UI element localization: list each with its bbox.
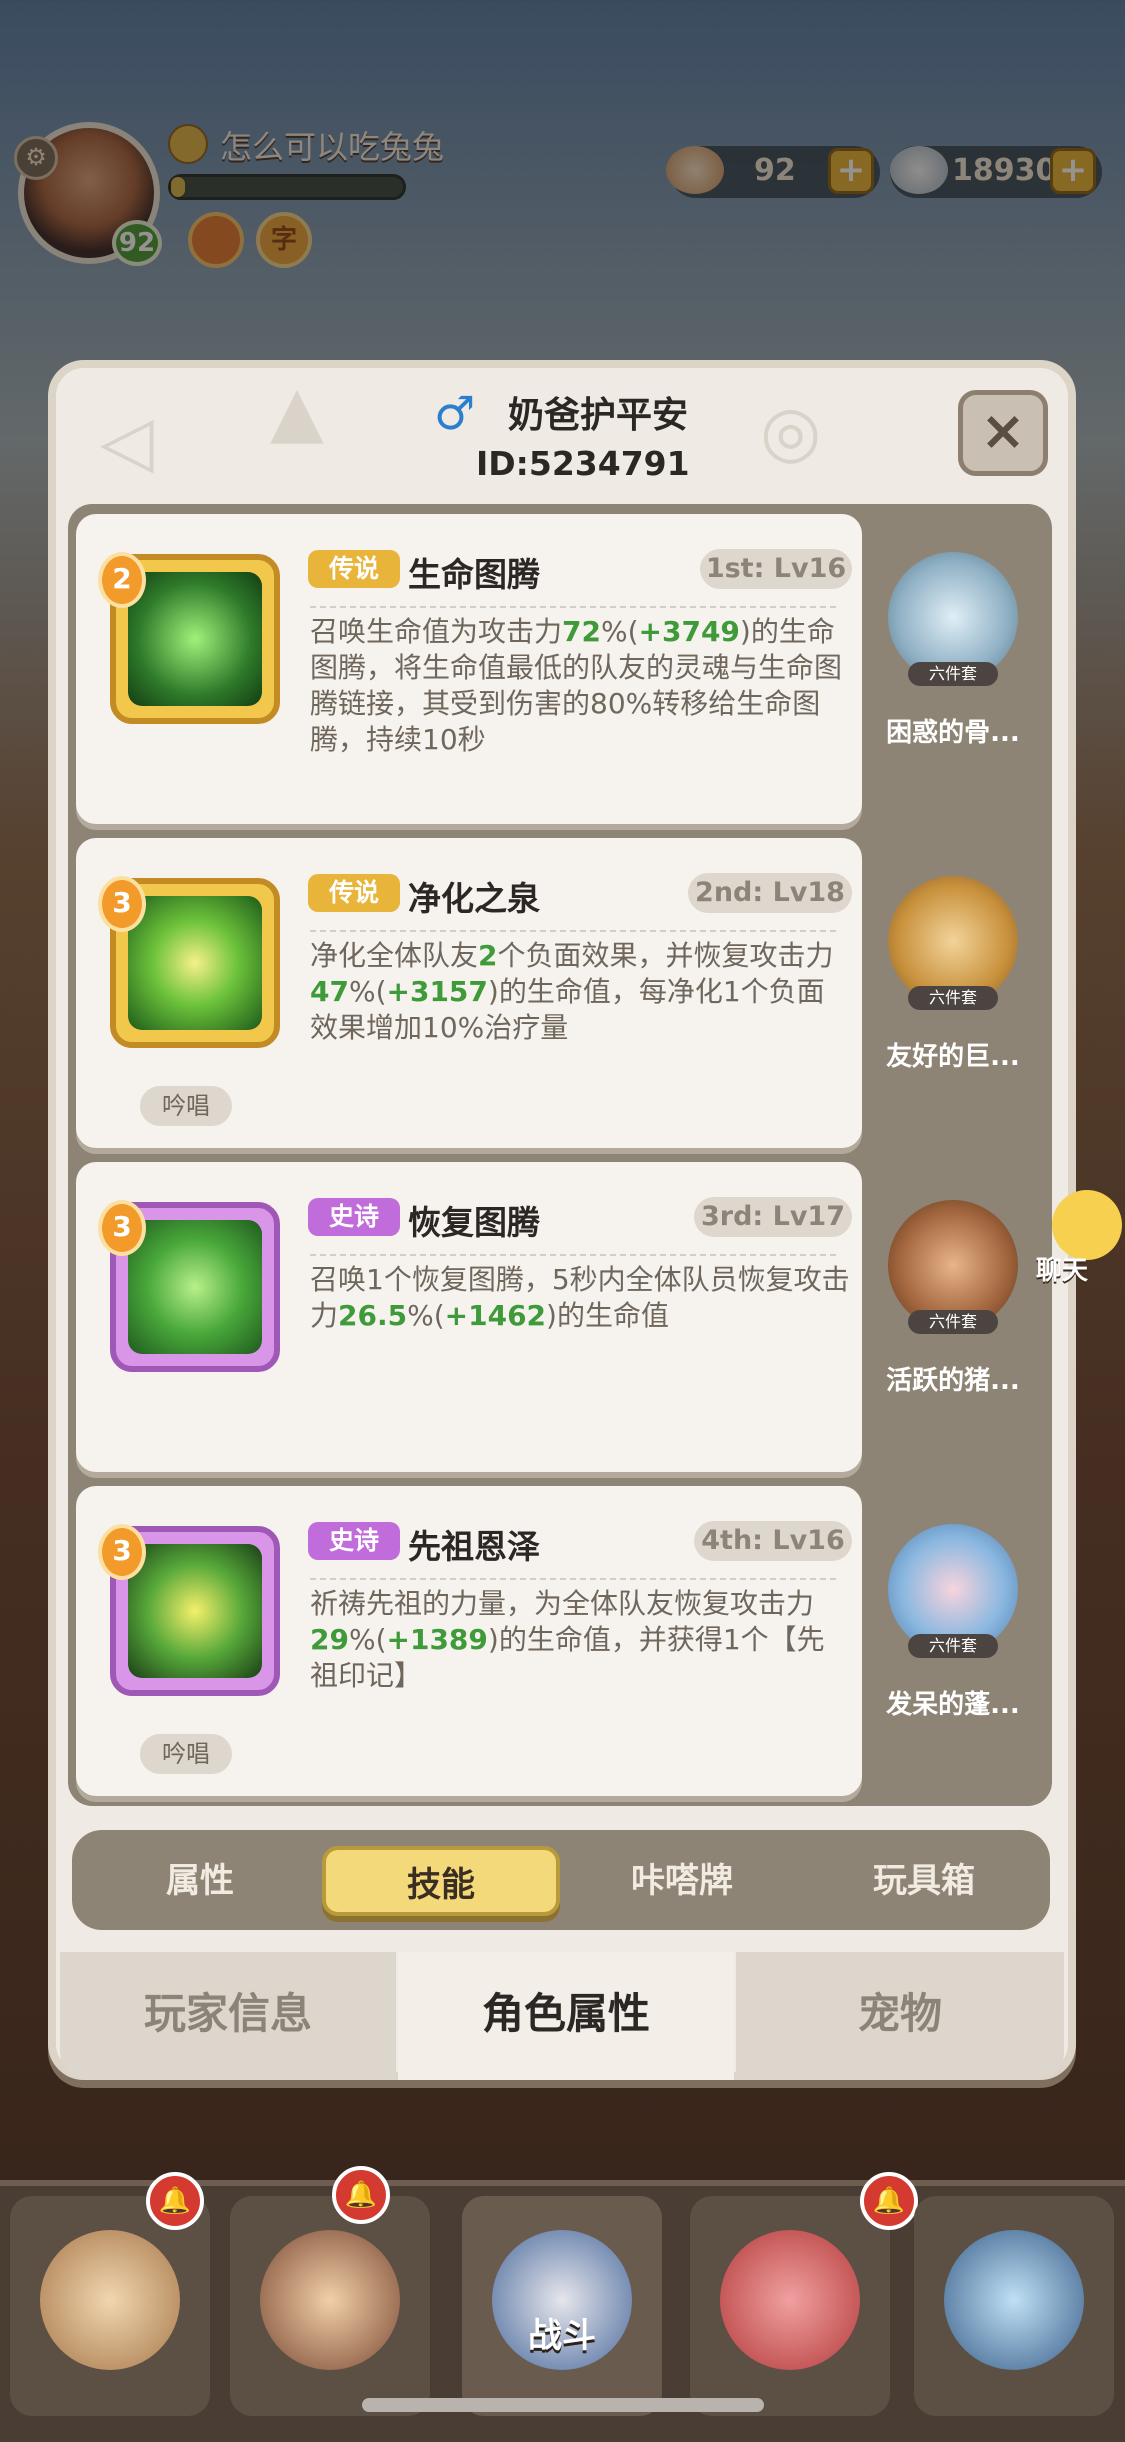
camp-icon (40, 2230, 180, 2370)
tab-attributes[interactable]: 属性 (80, 1846, 320, 1916)
chant-badge: 吟唱 (140, 1086, 232, 1126)
skill-name: 先祖恩泽 (408, 1527, 540, 1566)
rarity-tag: 史诗 (308, 1522, 400, 1560)
shop-icon (944, 2230, 1084, 2370)
tab-skills[interactable]: 技能 (322, 1846, 560, 1916)
nav-hero-button[interactable] (230, 2196, 430, 2416)
pet-name: 发呆的蓬... (886, 1690, 1020, 1720)
pet-name: 活跃的猪... (886, 1366, 1020, 1396)
pet-slot[interactable]: 六件套 活跃的猪... (868, 1180, 1038, 1440)
pet-name: 困惑的骨... (886, 718, 1020, 748)
tab-pets[interactable]: 宠物 (736, 1952, 1064, 2080)
player-title: 奶爸护平安 (508, 395, 689, 436)
tab-character-attributes[interactable]: 角色属性 (398, 1952, 734, 2080)
skill-description: 召唤生命值为攻击力72%(+3749)的生命图腾，将生命值最低的队友的灵魂与生命… (310, 615, 843, 756)
tab-player-info[interactable]: 玩家信息 (60, 1952, 396, 2080)
pet-icon (720, 2230, 860, 2370)
decor-shape: ▲ (270, 370, 324, 452)
skill-name: 恢复图腾 (408, 1203, 540, 1242)
set-badge: 六件套 (908, 662, 998, 686)
skill-level: 3rd: Lv17 (694, 1197, 852, 1237)
skill-level: 2nd: Lv18 (688, 873, 852, 913)
battle-label: 战斗 (528, 2316, 596, 2356)
skill-rank-badge: 3 (98, 876, 146, 932)
decor-shape: ◎ (760, 390, 822, 472)
rarity-tag: 传说 (308, 874, 400, 912)
pet-name: 友好的巨... (886, 1042, 1020, 1072)
skill-name: 净化之泉 (408, 879, 540, 918)
skill-level: 1st: Lv16 (700, 549, 852, 589)
rarity-tag: 传说 (308, 550, 400, 588)
gender-icon: ♂ (434, 386, 476, 440)
player-id: ID:5234791 (476, 444, 690, 483)
divider (310, 1578, 836, 1580)
decor-shape: ◁ (100, 400, 154, 482)
tab-card[interactable]: 咔嗒牌 (562, 1846, 802, 1916)
skill-rank-badge: 2 (98, 552, 146, 608)
skill-rank-badge: 3 (98, 1524, 146, 1580)
chat-label[interactable]: 聊天 (1036, 1250, 1088, 1287)
pet-slot[interactable]: 六件套 发呆的蓬... (868, 1504, 1038, 1764)
pet-slot[interactable]: 六件套 友好的巨... (868, 856, 1038, 1116)
skill-name: 生命图腾 (408, 555, 540, 594)
rarity-tag: 史诗 (308, 1198, 400, 1236)
set-badge: 六件套 (908, 986, 998, 1010)
nav-shop-button[interactable] (914, 2196, 1114, 2416)
notification-icon: 🔔 (860, 2172, 918, 2230)
nav-pet-button[interactable] (690, 2196, 890, 2416)
set-badge: 六件套 (908, 1310, 998, 1334)
skill-description: 召唤1个恢复图腾，5秒内全体队员恢复攻击力26.5%(+1462)的生命值 (310, 1263, 850, 1332)
set-badge: 六件套 (908, 1634, 998, 1658)
chant-badge: 吟唱 (140, 1734, 232, 1774)
notification-icon: 🔔 (146, 2172, 204, 2230)
pet-slot[interactable]: 六件套 困惑的骨... (868, 532, 1038, 792)
tab-toybox[interactable]: 玩具箱 (804, 1846, 1044, 1916)
divider (310, 606, 836, 608)
hero-icon (260, 2230, 400, 2370)
divider (310, 930, 836, 932)
skill-level: 4th: Lv16 (694, 1521, 852, 1561)
close-button[interactable]: × (958, 390, 1048, 476)
notification-icon: 🔔 (332, 2166, 390, 2224)
skill-rank-badge: 3 (98, 1200, 146, 1256)
home-indicator (362, 2398, 764, 2412)
skill-description: 净化全体队友2个负面效果，并恢复攻击力47%(+3157)的生命值，每净化1个负… (310, 939, 834, 1044)
divider (310, 1254, 836, 1256)
nav-battle-button[interactable] (462, 2196, 662, 2416)
skill-description: 祈祷先祖的力量，为全体队友恢复攻击力29%(+1389)的生命值，并获得1个【先… (310, 1587, 825, 1692)
